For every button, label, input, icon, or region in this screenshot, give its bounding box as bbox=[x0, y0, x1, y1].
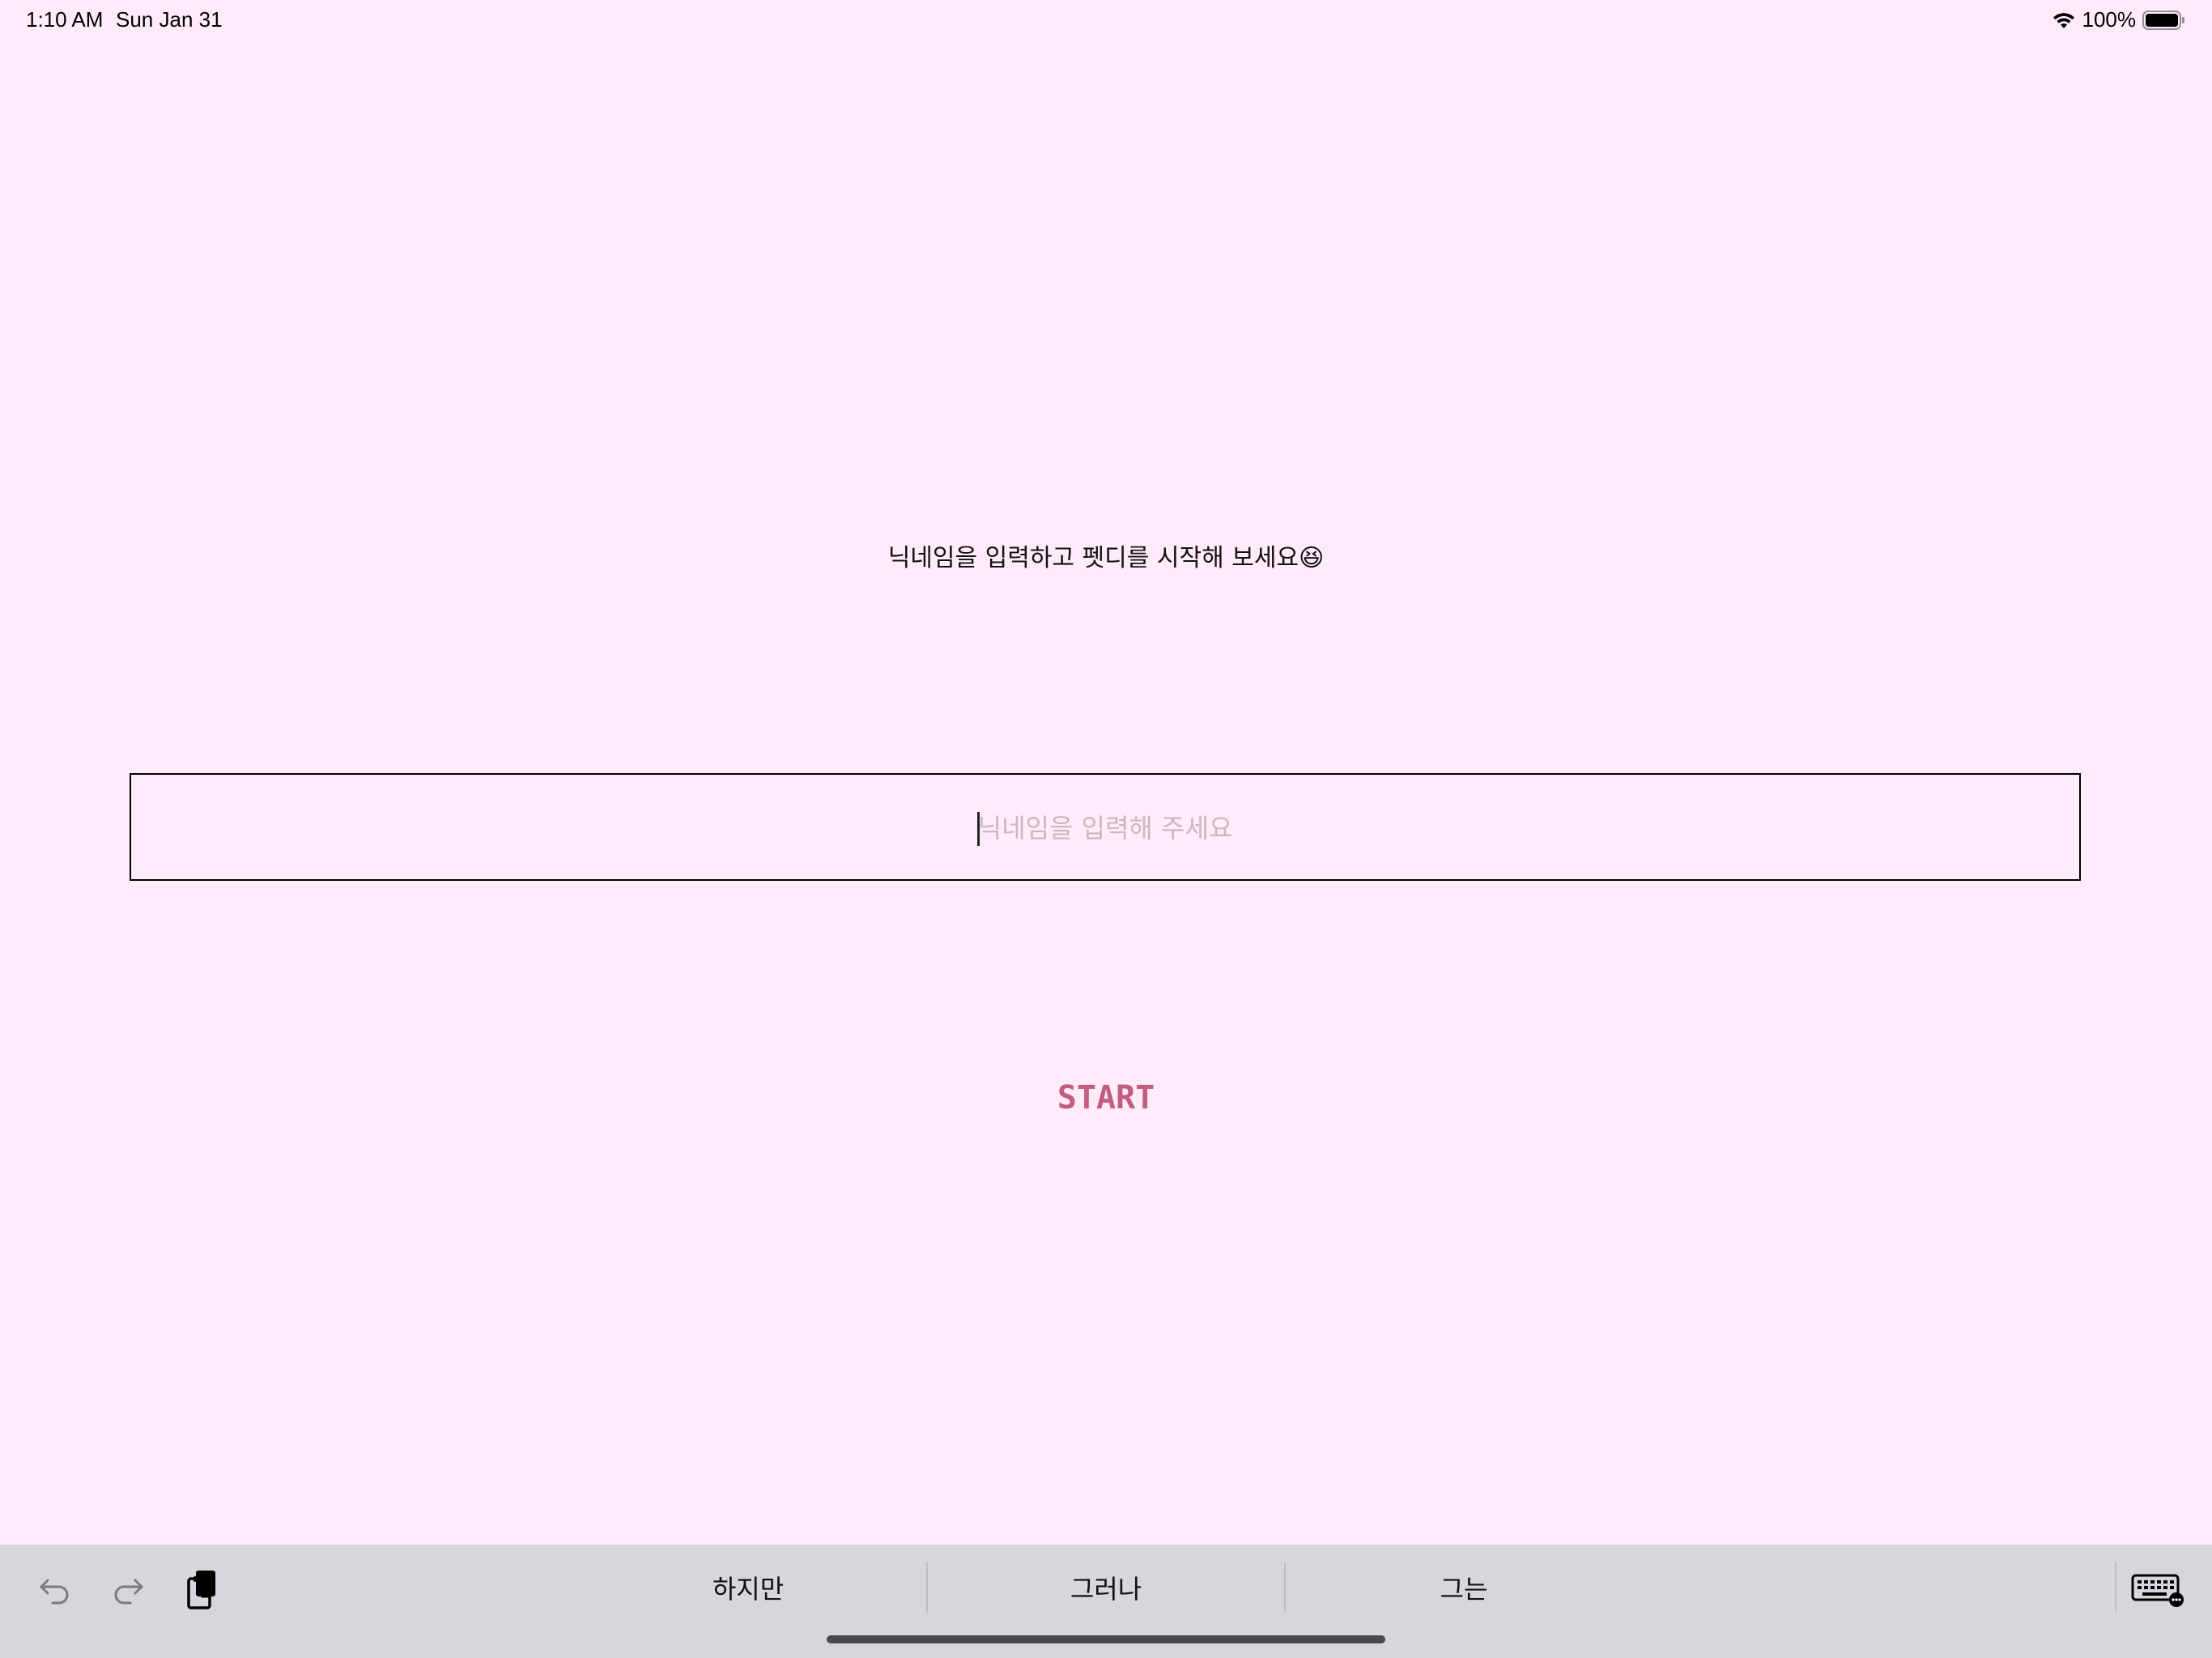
nickname-placeholder: 닉네임을 입력해 주세요 bbox=[977, 813, 1233, 844]
status-bar: 1:10 AM Sun Jan 31 100% bbox=[0, 0, 2212, 39]
redo-icon[interactable] bbox=[105, 1567, 151, 1613]
undo-icon[interactable] bbox=[32, 1567, 78, 1613]
suggestion-item[interactable]: 그는 bbox=[1286, 1569, 1642, 1609]
battery-icon bbox=[2142, 10, 2186, 31]
suggestion-item[interactable]: 그러나 bbox=[928, 1569, 1284, 1609]
home-indicator[interactable] bbox=[827, 1635, 1385, 1643]
keyboard-icon[interactable] bbox=[2129, 1567, 2186, 1613]
nickname-input[interactable]: 닉네임을 입력해 주세요 bbox=[130, 773, 2081, 881]
start-button[interactable]: START bbox=[985, 1069, 1227, 1125]
battery-percent: 100% bbox=[2082, 7, 2137, 32]
paste-icon[interactable] bbox=[180, 1567, 225, 1613]
status-indicators: 100% bbox=[2052, 7, 2187, 32]
text-cursor bbox=[977, 812, 980, 846]
intro-headline: 닉네임을 입력하고 펫디를 시작해 보세요😆 bbox=[887, 544, 1325, 572]
status-time: 1:10 AM bbox=[26, 7, 104, 32]
status-date: Sun Jan 31 bbox=[116, 7, 223, 32]
keyboard-divider bbox=[2115, 1562, 2116, 1613]
suggestion-item[interactable]: 하지만 bbox=[570, 1569, 926, 1609]
wifi-icon bbox=[2052, 11, 2076, 30]
